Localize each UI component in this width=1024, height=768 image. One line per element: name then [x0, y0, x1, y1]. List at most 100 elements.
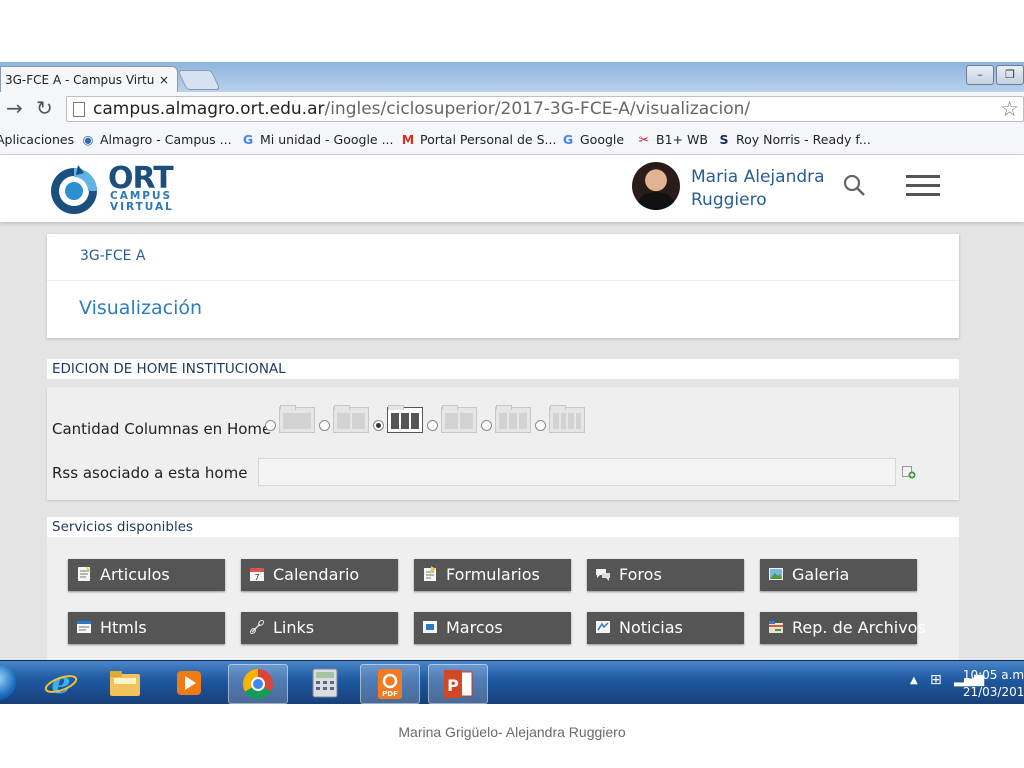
service-button-label: Articulos: [100, 565, 170, 584]
service-button-label: Links: [273, 618, 315, 637]
layout-radio[interactable]: [265, 420, 276, 431]
service-button-htmls[interactable]: Htmls: [68, 612, 225, 644]
layout-column: [553, 413, 559, 429]
service-button-label: Noticias: [619, 618, 683, 637]
layout-column: [519, 413, 527, 429]
service-button-label: Foros: [619, 565, 662, 584]
forward-icon[interactable]: →: [6, 98, 23, 118]
maximize-icon[interactable]: ❐: [996, 65, 1024, 85]
layout-radio[interactable]: [535, 420, 546, 431]
b1-icon: ✂: [638, 132, 650, 147]
roy-icon: S: [719, 132, 729, 147]
service-button-articulos[interactable]: Articulos: [68, 559, 225, 591]
layout-columns-icon[interactable]: [387, 405, 423, 433]
page-header-card: 3G-FCE A Visualización: [47, 234, 959, 338]
browser-tab[interactable]: 3G-FCE A - Campus Virtual ×: [0, 66, 178, 92]
service-button-formularios[interactable]: Formularios: [414, 559, 571, 591]
service-button-links[interactable]: Links: [241, 612, 398, 644]
layout-column: [352, 413, 365, 429]
internet-explorer-icon[interactable]: e: [32, 664, 90, 702]
logo-subtitle-line2: VIRTUAL: [110, 201, 174, 213]
service-button-label: Formularios: [446, 565, 540, 584]
layout-radio[interactable]: [427, 420, 438, 431]
new-tab-button[interactable]: [177, 70, 221, 90]
service-button-foros[interactable]: Foros: [587, 559, 744, 591]
bookmark-b1[interactable]: ✂ B1+ WB: [636, 132, 708, 147]
layout-option[interactable]: [319, 405, 369, 433]
layout-columns-icon[interactable]: [441, 405, 477, 433]
avatar[interactable]: [632, 162, 680, 210]
rss-label: Rss asociado a esta home: [52, 464, 248, 482]
service-button-calendario[interactable]: 7 Calendario: [241, 559, 398, 591]
pdf-reader-icon[interactable]: PDF: [360, 664, 420, 704]
layout-option[interactable]: [481, 405, 531, 433]
svg-text:7: 7: [254, 573, 259, 582]
layout-radio[interactable]: [481, 420, 492, 431]
edit-home-panel: Cantidad Columnas en Home Rss asociado a…: [47, 387, 959, 500]
bookmarks-bar: Aplicaciones ◉ Almagro - Campus ... G Mi u…: [0, 126, 1024, 155]
layout-column: [560, 413, 566, 429]
service-button-galeria[interactable]: Galeria: [760, 559, 917, 591]
browser-toolbar: → ↻ campus.almagro.ort.edu.ar/ingles/cic…: [0, 92, 1024, 127]
layout-radio[interactable]: [319, 420, 330, 431]
layout-columns-icon[interactable]: [279, 405, 315, 433]
window-controls: – ❐: [966, 65, 1024, 85]
bookmark-star-icon[interactable]: ☆: [1000, 97, 1019, 121]
layout-option[interactable]: [373, 405, 423, 433]
news-icon: [596, 621, 610, 633]
powerpoint-icon[interactable]: P: [428, 664, 488, 704]
layout-columns-icon[interactable]: [549, 405, 585, 433]
address-bar[interactable]: campus.almagro.ort.edu.ar/ingles/ciclosu…: [66, 96, 1024, 122]
service-button-marcos[interactable]: Marcos: [414, 612, 571, 644]
layout-columns-icon[interactable]: [495, 405, 531, 433]
layout-option[interactable]: [427, 405, 477, 433]
add-rss-icon[interactable]: [902, 465, 916, 479]
reload-icon[interactable]: ↻: [36, 98, 53, 118]
bookmark-apps[interactable]: Aplicaciones: [0, 132, 74, 147]
start-button-icon[interactable]: [0, 664, 16, 700]
user-first-name: Maria Alejandra: [691, 167, 825, 187]
chrome-icon[interactable]: [228, 664, 288, 704]
bookmark-google[interactable]: G Google: [560, 132, 624, 147]
clock[interactable]: 10:05 a.m. 21/03/2017: [963, 667, 1024, 701]
note-icon: [78, 566, 91, 581]
service-button-label: Rep. de Archivos: [792, 618, 926, 637]
media-player-icon[interactable]: [160, 664, 218, 702]
file-explorer-icon[interactable]: [96, 664, 154, 702]
breadcrumb[interactable]: 3G-FCE A: [80, 248, 146, 264]
network-device-icon[interactable]: ⊞: [930, 672, 942, 688]
service-button-rep-de-archivos[interactable]: Rep. de Archivos: [760, 612, 926, 644]
rss-input[interactable]: [258, 458, 896, 486]
user-name[interactable]: Maria Alejandra Ruggiero: [691, 166, 825, 212]
image-icon: [769, 568, 783, 580]
frame-icon: [423, 621, 437, 633]
service-button-noticias[interactable]: Noticias: [587, 612, 744, 644]
layout-option[interactable]: [265, 405, 315, 433]
bookmark-mi-unidad[interactable]: G Mi unidad - Google ...: [240, 132, 394, 147]
service-button-label: Marcos: [446, 618, 503, 637]
layout-column: [445, 413, 458, 429]
layout-option[interactable]: [535, 405, 585, 433]
hamburger-menu-icon[interactable]: [906, 175, 940, 197]
layout-column: [575, 413, 581, 429]
address-url: campus.almagro.ort.edu.ar/ingles/ciclosu…: [93, 99, 750, 119]
logo-subtitle: CAMPUS VIRTUAL: [110, 191, 174, 213]
page-icon: [73, 102, 85, 117]
divider: [47, 280, 959, 281]
tab-close-icon[interactable]: ×: [159, 67, 169, 93]
svg-text:e: e: [51, 666, 70, 700]
tab-title: 3G-FCE A - Campus Virtual: [5, 73, 155, 87]
address-domain: campus.almagro.ort.edu.ar: [93, 99, 325, 119]
search-icon[interactable]: [842, 173, 866, 197]
ort-logo-icon[interactable]: [48, 165, 100, 215]
layout-column: [391, 413, 399, 429]
show-hidden-icons-icon[interactable]: ▲: [910, 675, 918, 686]
layout-columns-icon[interactable]: [333, 405, 369, 433]
bookmark-portal[interactable]: M Portal Personal de S...: [400, 132, 557, 147]
calculator-icon[interactable]: [296, 664, 354, 702]
bookmark-roy-norris[interactable]: S Roy Norris - Ready f...: [716, 132, 870, 147]
bookmark-almagro[interactable]: ◉ Almagro - Campus ...: [80, 132, 232, 147]
layout-radio[interactable]: [373, 420, 384, 431]
clock-date: 21/03/2017: [962, 685, 1024, 699]
minimize-icon[interactable]: –: [966, 65, 994, 85]
